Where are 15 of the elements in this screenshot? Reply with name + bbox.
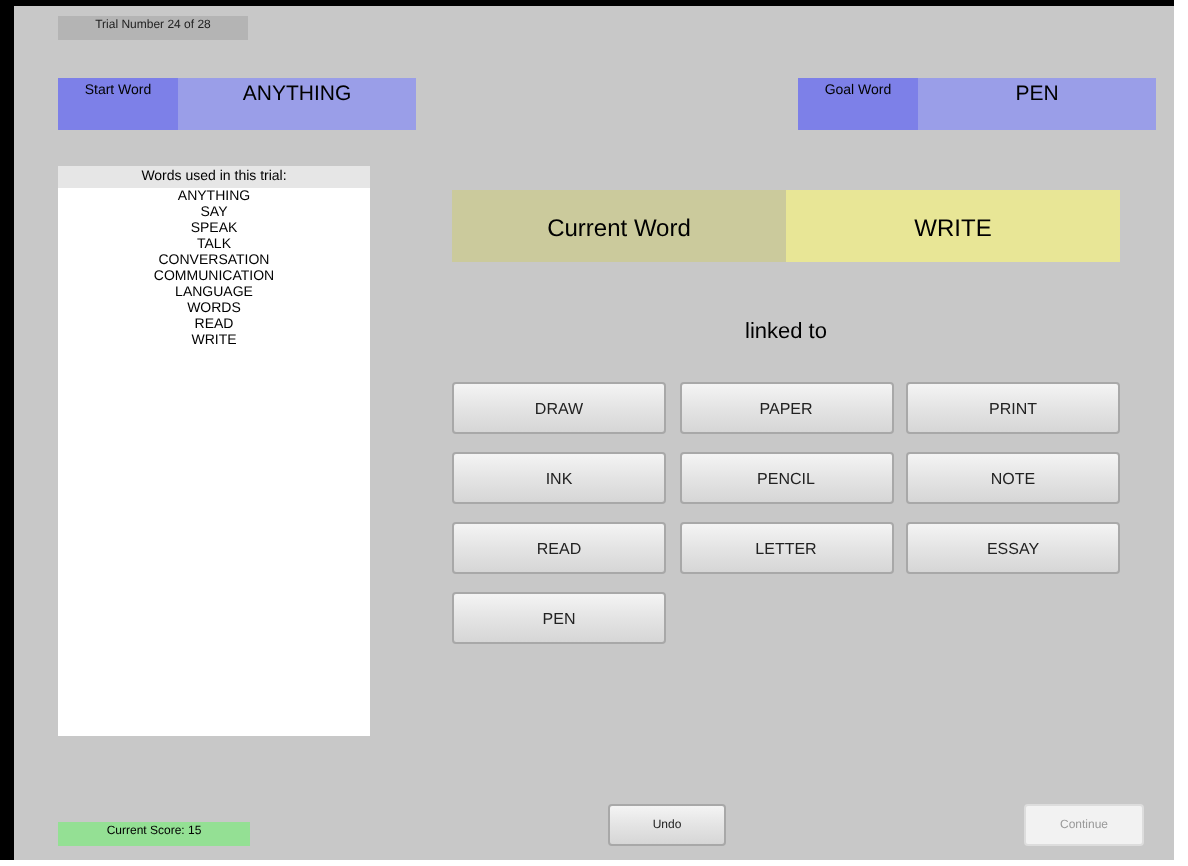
linked-to-label: linked to [743, 320, 829, 348]
word-choice-button[interactable]: ESSAY [906, 522, 1120, 574]
word-choice-button[interactable]: LETTER [679, 522, 893, 574]
word-choice-button[interactable]: PENCIL [679, 452, 893, 504]
word-choice-button[interactable]: DRAW [452, 382, 666, 434]
word-choice-button[interactable]: PAPER [679, 382, 893, 434]
word-choice-button[interactable]: INK [452, 452, 666, 504]
word-choice-button[interactable]: PEN [452, 592, 666, 644]
word-choice-button[interactable]: READ [452, 522, 666, 574]
current-word: WRITE [786, 190, 1120, 262]
word-choice-button[interactable]: PRINT [906, 382, 1120, 434]
current-word-label: Current Word [452, 190, 786, 262]
goal-word: PEN [1013, 80, 1061, 110]
word-choice-button[interactable]: NOTE [906, 452, 1120, 504]
start-word: ANYTHING [240, 80, 354, 110]
